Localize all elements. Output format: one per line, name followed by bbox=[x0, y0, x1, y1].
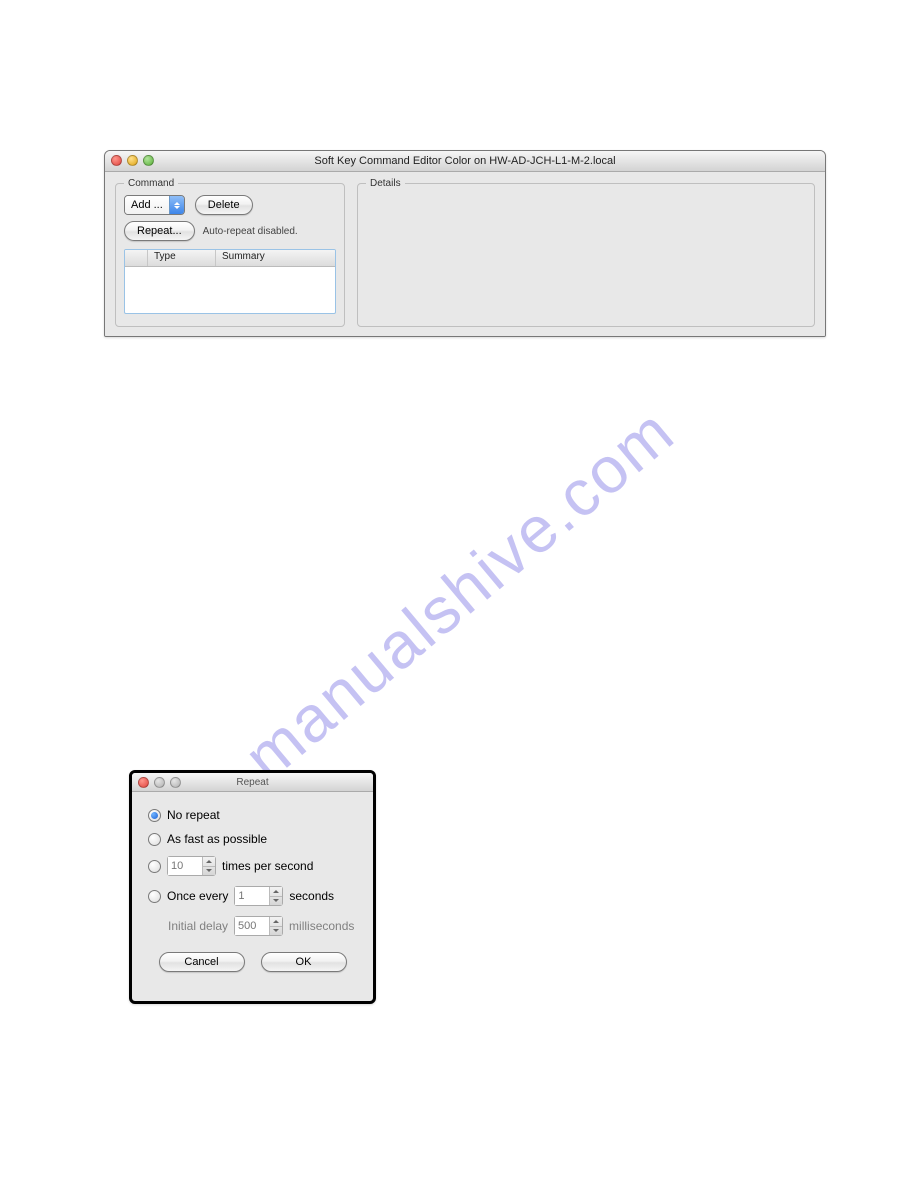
option-label: times per second bbox=[222, 859, 313, 873]
times-per-second-stepper[interactable] bbox=[167, 856, 216, 876]
initial-delay-unit: milliseconds bbox=[289, 919, 354, 933]
times-per-second-input[interactable] bbox=[168, 857, 202, 875]
repeat-title: Repeat bbox=[236, 777, 268, 788]
add-dropdown[interactable]: Add ... bbox=[124, 195, 185, 215]
soft-key-command-editor-window: Soft Key Command Editor Color on HW-AD-J… bbox=[104, 150, 826, 337]
once-every-input[interactable] bbox=[235, 887, 269, 905]
zoom-icon[interactable] bbox=[143, 155, 154, 166]
editor-title: Soft Key Command Editor Color on HW-AD-J… bbox=[314, 155, 615, 167]
close-icon[interactable] bbox=[111, 155, 122, 166]
zoom-icon bbox=[170, 777, 181, 788]
radio-icon[interactable] bbox=[148, 860, 161, 873]
option-once-every[interactable]: Once every seconds bbox=[148, 886, 357, 906]
col-type[interactable]: Type bbox=[148, 250, 216, 266]
initial-delay-stepper[interactable] bbox=[234, 916, 283, 936]
minimize-icon bbox=[154, 777, 165, 788]
delete-button[interactable]: Delete bbox=[195, 195, 253, 215]
col-summary[interactable]: Summary bbox=[216, 250, 335, 266]
initial-delay-row: Initial delay milliseconds bbox=[168, 916, 357, 936]
stepper-arrows-icon[interactable] bbox=[269, 917, 282, 935]
option-label-suffix: seconds bbox=[289, 889, 334, 903]
details-panel-label: Details bbox=[366, 178, 405, 189]
command-list[interactable]: Type Summary bbox=[124, 249, 336, 314]
stepper-arrows-icon[interactable] bbox=[269, 887, 282, 905]
close-icon[interactable] bbox=[138, 777, 149, 788]
editor-traffic-lights bbox=[111, 155, 154, 166]
repeat-status: Auto-repeat disabled. bbox=[203, 226, 298, 237]
command-list-header: Type Summary bbox=[125, 250, 335, 267]
option-label: As fast as possible bbox=[167, 832, 267, 846]
details-panel: Details bbox=[357, 178, 815, 327]
minimize-icon[interactable] bbox=[127, 155, 138, 166]
option-as-fast[interactable]: As fast as possible bbox=[148, 832, 357, 846]
command-panel: Command Add ... Delete Repeat... Auto-re… bbox=[115, 178, 345, 327]
cancel-button[interactable]: Cancel bbox=[159, 952, 245, 972]
once-every-stepper[interactable] bbox=[234, 886, 283, 906]
watermark-text: manualshive.com bbox=[230, 393, 689, 795]
initial-delay-input[interactable] bbox=[235, 917, 269, 935]
stepper-arrows-icon[interactable] bbox=[202, 857, 215, 875]
repeat-button[interactable]: Repeat... bbox=[124, 221, 195, 241]
radio-icon[interactable] bbox=[148, 833, 161, 846]
add-dropdown-label: Add ... bbox=[125, 196, 169, 214]
initial-delay-label: Initial delay bbox=[168, 919, 228, 933]
command-panel-label: Command bbox=[124, 178, 178, 189]
option-label: No repeat bbox=[167, 808, 220, 822]
radio-icon[interactable] bbox=[148, 890, 161, 903]
option-no-repeat[interactable]: No repeat bbox=[148, 808, 357, 822]
option-label-prefix: Once every bbox=[167, 889, 228, 903]
editor-titlebar[interactable]: Soft Key Command Editor Color on HW-AD-J… bbox=[105, 151, 825, 172]
repeat-titlebar[interactable]: Repeat bbox=[132, 773, 373, 792]
dropdown-arrows-icon bbox=[169, 196, 184, 214]
ok-button[interactable]: OK bbox=[261, 952, 347, 972]
radio-icon[interactable] bbox=[148, 809, 161, 822]
option-times-per-second[interactable]: times per second bbox=[148, 856, 357, 876]
repeat-traffic-lights bbox=[138, 777, 181, 788]
repeat-dialog: Repeat No repeat As fast as possible tim… bbox=[129, 770, 376, 1004]
